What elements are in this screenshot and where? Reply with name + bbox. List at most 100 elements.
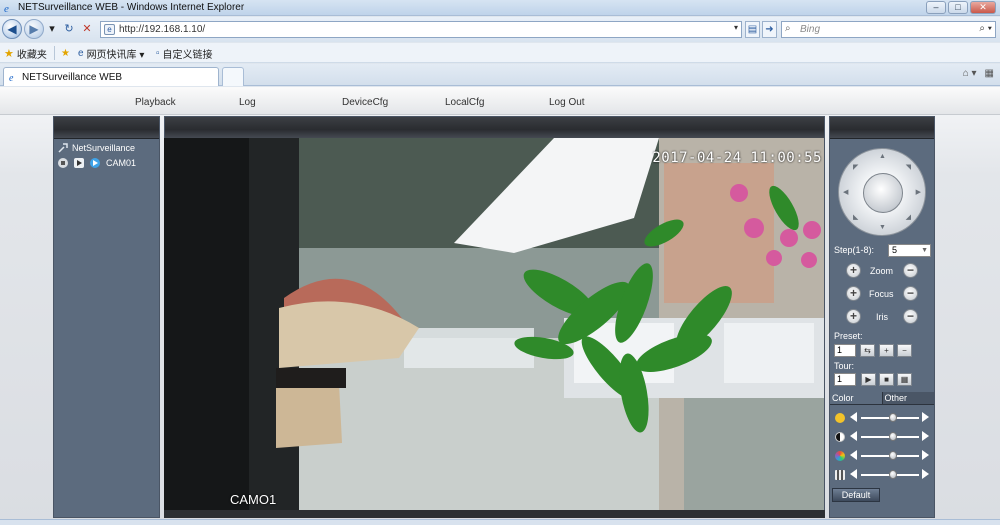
- iris-close-button[interactable]: −: [903, 309, 918, 324]
- page-icon: ▫: [156, 47, 160, 59]
- tree-camera-item[interactable]: CAM01: [58, 158, 136, 168]
- default-button[interactable]: Default: [832, 488, 880, 502]
- recent-pages-dropdown-icon[interactable]: ▾: [45, 22, 59, 36]
- search-input[interactable]: ⌕ Bing ⌕ ▾: [781, 21, 996, 38]
- menu-logout[interactable]: Log Out: [549, 97, 585, 108]
- star-icon: ★: [4, 47, 14, 60]
- new-tab-button[interactable]: [222, 67, 244, 86]
- ptz-center-button[interactable]: [863, 173, 903, 213]
- ptz-right-icon[interactable]: ▶: [916, 188, 921, 196]
- goto-preset-button[interactable]: ⇆: [860, 344, 875, 357]
- url-field[interactable]: e http://192.168.1.10/ ▾: [100, 21, 742, 38]
- window-title: NETSurveillance WEB - Windows Internet E…: [18, 2, 245, 13]
- slider-knob[interactable]: [888, 413, 897, 422]
- fav-item-web-slices[interactable]: e 网页快讯库 ▾: [78, 46, 144, 61]
- decrease-arrow-icon[interactable]: [850, 450, 857, 460]
- add-preset-button[interactable]: +: [879, 344, 894, 357]
- compatibility-view-icon[interactable]: ▤: [745, 21, 760, 38]
- delete-preset-button[interactable]: −: [897, 344, 912, 357]
- menu-log[interactable]: Log: [239, 97, 256, 108]
- panel-header: [830, 117, 934, 139]
- refresh-icon[interactable]: ↻: [62, 22, 76, 36]
- focus-far-button[interactable]: −: [903, 286, 918, 301]
- close-button[interactable]: ✕: [970, 1, 996, 14]
- image-settings-tabs: Color Other: [830, 392, 934, 405]
- browser-tab[interactable]: e NETSurveillance WEB: [3, 67, 219, 86]
- zoom-in-button[interactable]: +: [846, 263, 861, 278]
- focus-near-button[interactable]: +: [846, 286, 861, 301]
- camera-status-icon[interactable]: [90, 158, 100, 168]
- svg-text:e: e: [4, 3, 9, 14]
- tour-input[interactable]: 1: [834, 373, 856, 386]
- add-favorite-icon[interactable]: ★: [61, 46, 70, 60]
- start-tour-button[interactable]: ▶: [861, 373, 876, 386]
- tour-grid-button[interactable]: ▦: [897, 373, 912, 386]
- panel-header: [165, 117, 824, 139]
- tab-label: NETSurveillance WEB: [22, 72, 123, 83]
- increase-arrow-icon[interactable]: [922, 412, 929, 422]
- url-text: http://192.168.1.10/: [119, 24, 206, 35]
- zoom-out-button[interactable]: −: [903, 263, 918, 278]
- iris-label: Iris: [876, 312, 888, 322]
- tree-root-label: NetSurveillance: [72, 142, 136, 153]
- tab-bar: e NETSurveillance WEB ⌂ ▾ ▦: [0, 64, 1000, 86]
- search-icon[interactable]: ⌕ ▾: [979, 23, 992, 34]
- ptz-upleft-icon[interactable]: ◤: [853, 163, 858, 171]
- address-bar: ◀ ▶ ▾ ↻ ✕ e http://192.168.1.10/ ▾ ▤ ➜ ⌕…: [0, 17, 1000, 42]
- ptz-upright-icon[interactable]: ◥: [906, 163, 911, 171]
- stop-tour-button[interactable]: ■: [879, 373, 894, 386]
- tree-root[interactable]: NetSurveillance: [58, 142, 135, 153]
- stop-icon[interactable]: ✕: [80, 22, 94, 36]
- fav-item-custom-links[interactable]: ▫ 自定义链接: [156, 46, 213, 61]
- search-placeholder: Bing: [800, 24, 821, 35]
- feeds-icon[interactable]: ▦: [985, 68, 994, 79]
- forward-button[interactable]: ▶: [24, 19, 44, 39]
- device-icon: [58, 143, 68, 153]
- stop-record-icon[interactable]: [58, 158, 68, 168]
- fav-item-label: 自定义链接: [162, 49, 213, 61]
- slider-knob[interactable]: [888, 451, 897, 460]
- decrease-arrow-icon[interactable]: [850, 469, 857, 479]
- decrease-arrow-icon[interactable]: [850, 412, 857, 422]
- tab-color[interactable]: Color: [830, 392, 883, 405]
- svg-text:e: e: [9, 73, 14, 83]
- saturation-icon: [835, 451, 845, 461]
- maximize-button[interactable]: □: [948, 1, 968, 14]
- increase-arrow-icon[interactable]: [922, 450, 929, 460]
- brightness-icon: [835, 413, 845, 423]
- ptz-direction-pad[interactable]: ▲ ▼ ◀ ▶ ◤ ◥ ◣ ◢: [838, 148, 926, 236]
- ptz-left-icon[interactable]: ◀: [843, 188, 848, 196]
- ptz-down-icon[interactable]: ▼: [879, 224, 886, 231]
- ptz-downleft-icon[interactable]: ◣: [853, 213, 858, 221]
- search-provider-icon: ⌕: [785, 23, 791, 34]
- step-select[interactable]: 5 ▼: [888, 244, 931, 257]
- live-video-feed[interactable]: 2017-04-24 11:00:55 CAMO1: [164, 138, 824, 510]
- saturation-slider[interactable]: [835, 450, 931, 462]
- favorites-button[interactable]: ★ 收藏夹: [4, 46, 47, 61]
- ptz-up-icon[interactable]: ▲: [879, 153, 886, 160]
- hue-slider[interactable]: [835, 469, 931, 481]
- ptz-downright-icon[interactable]: ◢: [906, 213, 911, 221]
- menu-devicecfg[interactable]: DeviceCfg: [342, 97, 388, 108]
- decrease-arrow-icon[interactable]: [850, 431, 857, 441]
- home-icon[interactable]: ⌂ ▾: [963, 68, 977, 79]
- web-slice-icon: e: [78, 47, 84, 59]
- brightness-slider[interactable]: [835, 412, 931, 424]
- play-icon[interactable]: [74, 158, 84, 168]
- slider-knob[interactable]: [888, 432, 897, 441]
- contrast-slider[interactable]: [835, 431, 931, 443]
- menu-localcfg[interactable]: LocalCfg: [445, 97, 484, 108]
- increase-arrow-icon[interactable]: [922, 469, 929, 479]
- ptz-control-panel: ▲ ▼ ◀ ▶ ◤ ◥ ◣ ◢ Step(1-8): 5 ▼ + Zoom − +…: [829, 116, 935, 518]
- go-arrow-icon[interactable]: ➜: [762, 21, 777, 38]
- slider-knob[interactable]: [888, 470, 897, 479]
- chevron-down-icon: ▼: [921, 247, 928, 254]
- back-button[interactable]: ◀: [2, 19, 22, 39]
- tab-other[interactable]: Other: [882, 392, 934, 405]
- increase-arrow-icon[interactable]: [922, 431, 929, 441]
- preset-input[interactable]: 1: [834, 344, 856, 357]
- url-dropdown-icon[interactable]: ▾: [734, 23, 738, 32]
- iris-open-button[interactable]: +: [846, 309, 861, 324]
- minimize-button[interactable]: –: [926, 1, 946, 14]
- menu-playback[interactable]: Playback: [135, 97, 176, 108]
